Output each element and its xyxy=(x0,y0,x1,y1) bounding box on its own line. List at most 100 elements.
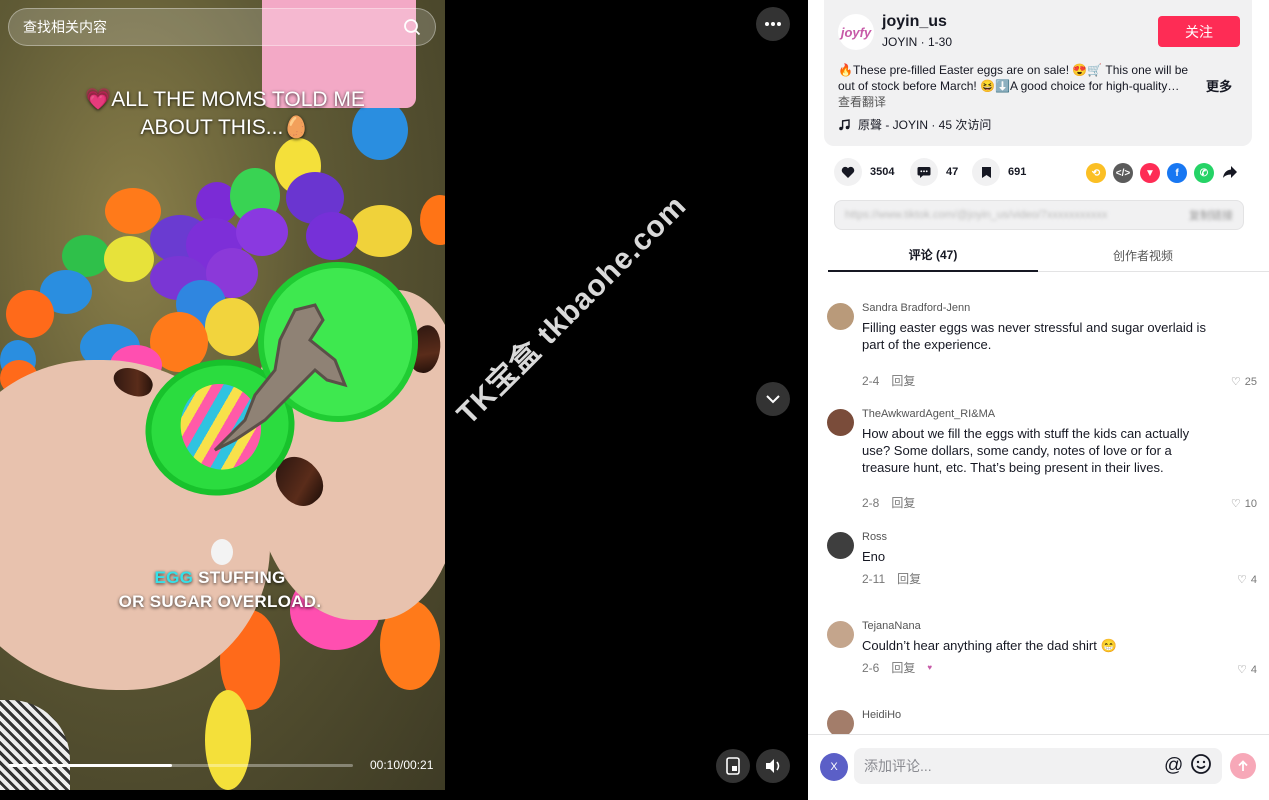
comment-text: Couldn’t hear anything after the dad shi… xyxy=(862,638,1117,653)
egg-decoration xyxy=(6,290,54,338)
video-link-box[interactable]: https://www.tiktok.com/@joyin_us/video/7… xyxy=(834,200,1244,230)
more-options-button[interactable] xyxy=(756,7,790,41)
creator-subline: JOYIN · 1-30 xyxy=(882,35,953,49)
search-placeholder: 查找相关内容 xyxy=(23,20,107,36)
music-link[interactable]: 原聲 - JOYIN · 45 次访问 xyxy=(838,116,991,133)
video-player[interactable]: 查找相关内容 💗ALL THE MOMS TOLD ME ABOUT THIS.… xyxy=(0,0,808,800)
comment-like-count: 4 xyxy=(1250,663,1257,676)
tab-creator-videos[interactable]: 创作者视频 xyxy=(1038,238,1248,272)
commenter-avatar[interactable] xyxy=(827,621,854,648)
comment-meta: 2-4 回复 xyxy=(862,372,915,389)
translate-link[interactable]: 查看翻译 xyxy=(838,93,886,110)
panel-tabs: 评论 (47) 创作者视频 xyxy=(828,238,1269,272)
creator-avatar[interactable]: joyfy xyxy=(838,14,874,50)
heart-outline-icon: ♡ xyxy=(1237,664,1247,676)
egg-decoration xyxy=(350,205,412,257)
repost-icon[interactable]: ⟲ xyxy=(1086,163,1106,183)
heart-outline-icon: ♡ xyxy=(1230,376,1241,388)
send-icon[interactable]: ▼ xyxy=(1140,163,1160,183)
comment-date: 2-6 xyxy=(862,660,880,675)
save-button[interactable]: 691 xyxy=(972,158,1026,186)
egg-decoration xyxy=(205,690,251,790)
commenter-avatar[interactable] xyxy=(827,532,854,559)
comment-date: 2-11 xyxy=(862,571,886,586)
share-arrow-icon[interactable] xyxy=(1222,165,1238,179)
comment-text: Eno xyxy=(862,549,886,564)
comment-button[interactable]: 47 xyxy=(910,158,958,186)
more-button[interactable]: 更多 xyxy=(1206,76,1232,95)
volume-button[interactable] xyxy=(756,749,790,783)
video-caption-top: 💗ALL THE MOMS TOLD ME ABOUT THIS...🥚 xyxy=(85,88,365,139)
comment-list[interactable]: Sandra Bradford-Jenn Filling easter eggs… xyxy=(808,290,1269,734)
save-count: 691 xyxy=(1008,166,1027,178)
heart-outline-icon: ♡ xyxy=(1230,498,1241,510)
reply-button[interactable]: 回复 xyxy=(891,494,915,511)
commenter-name[interactable]: HeidiHo xyxy=(862,709,901,721)
commenter-name[interactable]: Sandra Bradford-Jenn xyxy=(862,302,970,314)
video-progress-fill xyxy=(8,764,173,767)
reply-button[interactable]: 回复 xyxy=(891,659,915,676)
details-panel: joyfy joyin_us JOYIN · 1-30 关注 🔥These pr… xyxy=(808,0,1269,800)
comment-item: Sandra Bradford-Jenn Filling easter eggs… xyxy=(827,302,1257,388)
caption-text: STUFFING xyxy=(193,568,286,587)
send-comment-button[interactable] xyxy=(1230,753,1256,779)
reply-button[interactable]: 回复 xyxy=(891,372,915,389)
comment-like-button[interactable]: ♡ 10 xyxy=(1230,497,1257,511)
comment-count: 47 xyxy=(946,166,959,178)
floating-player-button[interactable] xyxy=(716,749,750,783)
commenter-name[interactable]: TheAwkwardAgent_RI&MA xyxy=(862,408,995,420)
comment-composer: X @ xyxy=(808,734,1269,800)
comment-item: HeidiHo xyxy=(827,709,1257,734)
creator-liked-icon: ♥ xyxy=(927,663,933,672)
embed-icon[interactable]: </> xyxy=(1113,163,1133,183)
my-avatar[interactable]: X xyxy=(820,753,848,781)
video-description: 🔥These pre-filled Easter eggs are on sal… xyxy=(838,63,1189,93)
egg-decoration xyxy=(306,212,358,260)
commenter-avatar[interactable] xyxy=(827,409,854,436)
video-time: 00:10/00:21 xyxy=(370,758,434,772)
sweater xyxy=(0,700,70,790)
video-search-bar[interactable]: 查找相关内容 xyxy=(8,8,436,46)
whatsapp-icon[interactable]: ✆ xyxy=(1194,163,1214,183)
comment-like-button[interactable]: ♡ 4 xyxy=(1237,663,1257,677)
mention-button[interactable]: @ xyxy=(1164,755,1183,777)
like-count: 3504 xyxy=(870,166,895,178)
copy-link-button[interactable]: 复制链接 xyxy=(1189,207,1233,223)
comment-like-button[interactable]: ♡ 25 xyxy=(1230,375,1257,389)
commenter-avatar[interactable] xyxy=(827,710,854,734)
comment-like-button[interactable]: ♡ 4 xyxy=(1237,573,1257,587)
comment-item: Ross Eno 2-11 回复 ♡ 4 xyxy=(827,531,1257,592)
like-button[interactable]: 3504 xyxy=(834,158,894,186)
arrow-up-icon xyxy=(1238,760,1248,771)
comment-date: 2-4 xyxy=(862,373,880,388)
speaker-icon xyxy=(766,759,780,773)
watermark-text: TK宝盒 tkbaohe.com xyxy=(450,189,693,432)
video-info-card: joyfy joyin_us JOYIN · 1-30 关注 🔥These pr… xyxy=(824,0,1252,146)
creator-username[interactable]: joyin_us xyxy=(882,13,947,31)
search-icon[interactable] xyxy=(403,18,421,36)
comment-text: How about we fill the eggs with stuff th… xyxy=(862,426,1190,475)
facebook-icon[interactable]: f xyxy=(1167,163,1187,183)
commenter-name[interactable]: Ross xyxy=(862,531,887,543)
comment-meta: 2-11 回复 xyxy=(862,570,921,587)
next-video-button[interactable] xyxy=(756,382,790,416)
reply-button[interactable]: 回复 xyxy=(897,570,921,587)
commenter-avatar[interactable] xyxy=(827,303,854,330)
heart-outline-icon: ♡ xyxy=(1237,574,1247,586)
egg-decoration xyxy=(236,208,288,256)
music-label: 原聲 - JOYIN · 45 次访问 xyxy=(858,118,992,132)
video-progress-bar[interactable] xyxy=(8,764,353,767)
picture-in-picture-icon xyxy=(726,757,740,775)
ellipsis-icon xyxy=(765,22,781,26)
comment-like-count: 4 xyxy=(1250,573,1257,586)
comment-text: Filling easter eggs was never stressful … xyxy=(862,320,1206,352)
chevron-down-icon xyxy=(766,395,780,404)
comment-bubble-icon xyxy=(917,166,931,178)
emoji-icon[interactable] xyxy=(1190,753,1212,775)
tab-comments[interactable]: 评论 (47) xyxy=(828,238,1038,272)
commenter-name[interactable]: TejanaNana xyxy=(862,620,921,632)
video-frame[interactable]: 查找相关内容 💗ALL THE MOMS TOLD ME ABOUT THIS.… xyxy=(0,0,445,790)
follow-button[interactable]: 关注 xyxy=(1158,16,1240,47)
bookmark-icon xyxy=(981,166,991,178)
comment-meta: 2-6 回复 ♥ xyxy=(862,659,932,676)
